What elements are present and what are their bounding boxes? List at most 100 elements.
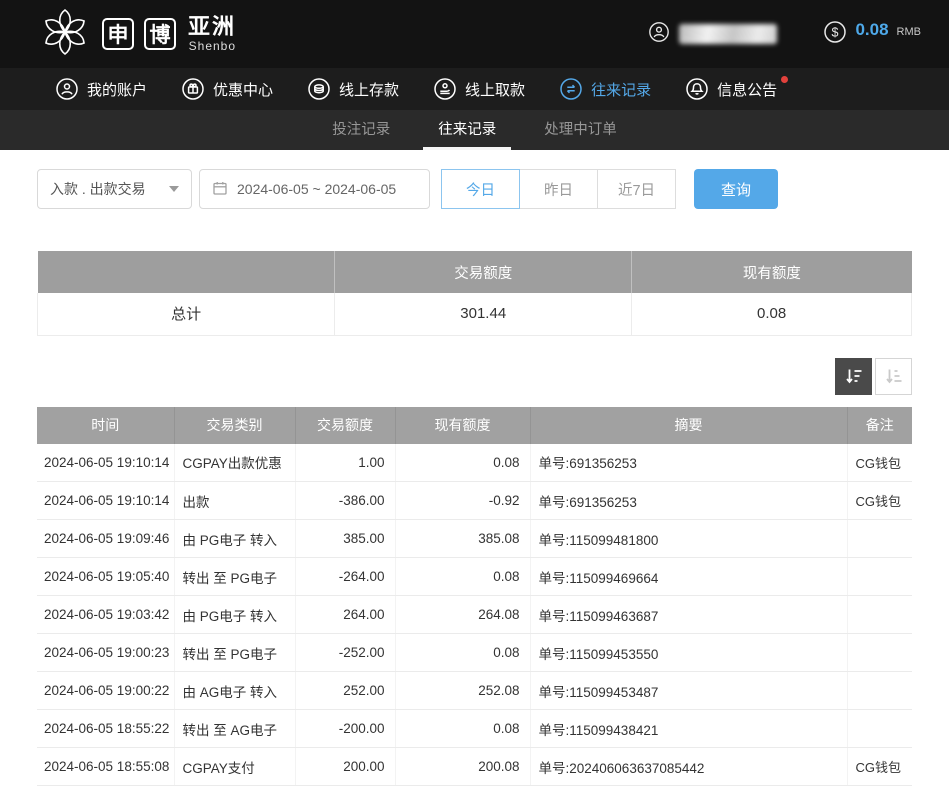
balance-cell: -0.92 bbox=[395, 482, 530, 520]
nav-item-online-withdrawal[interactable]: 线上取款 bbox=[416, 68, 542, 110]
balance-cell: 385.08 bbox=[395, 520, 530, 558]
table-row: 2024-06-05 19:00:23 转出 至 PG电子 -252.00 0.… bbox=[37, 634, 912, 672]
top-bar: 申 博 亚洲 Shenbo $ 0.08 bbox=[0, 0, 949, 68]
type-cell: 由 PG电子 转入 bbox=[174, 520, 295, 558]
logo-subtitle: Shenbo bbox=[189, 39, 236, 53]
balance-cell: 252.08 bbox=[395, 672, 530, 710]
quick-btn-last7days[interactable]: 近7日 bbox=[597, 169, 676, 209]
type-cell: 由 PG电子 转入 bbox=[174, 596, 295, 634]
nav-label: 我的账户 bbox=[87, 79, 147, 100]
logo-region-text: 亚洲 bbox=[188, 15, 236, 39]
col-header-remark: 备注 bbox=[847, 407, 912, 444]
summary-section: 交易额度 现有额度 总计 301.44 0.08 bbox=[37, 251, 912, 336]
nav-item-promo-center[interactable]: 优惠中心 bbox=[164, 68, 290, 110]
col-header-type: 交易类别 bbox=[174, 407, 295, 444]
balance-cell: 0.08 bbox=[395, 710, 530, 748]
summary-transaction-value: 301.44 bbox=[335, 293, 632, 335]
chevron-down-icon bbox=[169, 186, 179, 192]
summary-balance-value: 0.08 bbox=[632, 293, 912, 335]
nav-item-transaction-records[interactable]: 往来记录 bbox=[542, 68, 668, 110]
quick-btn-yesterday[interactable]: 昨日 bbox=[519, 169, 598, 209]
account-icon bbox=[55, 77, 79, 101]
summary-cell: 单号:202406063637085442 bbox=[530, 748, 847, 786]
sort-ascending-button[interactable] bbox=[875, 358, 912, 395]
time-cell: 2024-06-05 18:55:22 bbox=[37, 710, 174, 748]
remark-cell bbox=[847, 710, 912, 748]
bell-icon bbox=[685, 77, 709, 101]
nav-item-announcements[interactable]: 信息公告 bbox=[668, 68, 794, 110]
logo-char-box-2: 博 bbox=[144, 18, 176, 50]
amount-cell: 264.00 bbox=[295, 596, 395, 634]
quick-btn-today[interactable]: 今日 bbox=[441, 169, 520, 209]
nav-label: 优惠中心 bbox=[213, 79, 273, 100]
summary-total-label: 总计 bbox=[38, 293, 335, 335]
search-button[interactable]: 查询 bbox=[694, 169, 778, 209]
balance-cell: 0.08 bbox=[395, 558, 530, 596]
summary-cell: 单号:115099481800 bbox=[530, 520, 847, 558]
time-cell: 2024-06-05 19:00:23 bbox=[37, 634, 174, 672]
tab-bet-records[interactable]: 投注记录 bbox=[317, 110, 405, 150]
records-body: 2024-06-05 19:10:14 CGPAY出款优惠 1.00 0.08 … bbox=[37, 444, 912, 786]
type-cell: CGPAY支付 bbox=[174, 748, 295, 786]
table-row: 2024-06-05 19:09:46 由 PG电子 转入 385.00 385… bbox=[37, 520, 912, 558]
nav-item-my-account[interactable]: 我的账户 bbox=[38, 68, 164, 110]
hand-coin-icon bbox=[433, 77, 457, 101]
records-table: 时间 交易类别 交易额度 现有额度 摘要 备注 2024-06-05 19:10… bbox=[37, 407, 912, 786]
coins-icon bbox=[307, 77, 331, 101]
type-cell: 转出 至 PG电子 bbox=[174, 558, 295, 596]
remark-cell bbox=[847, 558, 912, 596]
filter-bar: 入款 . 出款交易 2024-06-05 ~ 2024-06-05 今日 昨日 … bbox=[0, 150, 949, 227]
remark-cell: CG钱包 bbox=[847, 482, 912, 520]
logo-char-box-1: 申 bbox=[102, 18, 134, 50]
balance-cell: 200.08 bbox=[395, 748, 530, 786]
svg-text:$: $ bbox=[832, 25, 839, 39]
sub-navigation: 投注记录 往来记录 处理中订单 bbox=[0, 110, 949, 150]
summary-cell: 单号:691356253 bbox=[530, 444, 847, 482]
time-cell: 2024-06-05 19:10:14 bbox=[37, 482, 174, 520]
gift-icon bbox=[181, 77, 205, 101]
type-cell: 转出 至 PG电子 bbox=[174, 634, 295, 672]
site-logo[interactable]: 申 博 亚洲 Shenbo bbox=[38, 5, 236, 64]
col-header-summary: 摘要 bbox=[530, 407, 847, 444]
col-header-time: 时间 bbox=[37, 407, 174, 444]
type-cell: CGPAY出款优惠 bbox=[174, 444, 295, 482]
user-account-chip[interactable] bbox=[648, 21, 777, 48]
amount-cell: -386.00 bbox=[295, 482, 395, 520]
main-navigation: 我的账户 优惠中心 线上存款 bbox=[0, 68, 949, 110]
nav-label: 信息公告 bbox=[717, 79, 777, 100]
dollar-icon: $ bbox=[823, 20, 847, 49]
nav-item-online-deposit[interactable]: 线上存款 bbox=[290, 68, 416, 110]
amount-cell: 385.00 bbox=[295, 520, 395, 558]
tab-processing-orders[interactable]: 处理中订单 bbox=[529, 110, 632, 150]
nav-label: 往来记录 bbox=[591, 79, 651, 100]
table-row: 2024-06-05 19:00:22 由 AG电子 转入 252.00 252… bbox=[37, 672, 912, 710]
balance-amount: 0.08 bbox=[855, 20, 888, 40]
table-row: 2024-06-05 19:10:14 出款 -386.00 -0.92 单号:… bbox=[37, 482, 912, 520]
summary-row: 总计 301.44 0.08 bbox=[38, 293, 912, 335]
time-cell: 2024-06-05 19:10:14 bbox=[37, 444, 174, 482]
transaction-type-select[interactable]: 入款 . 出款交易 bbox=[37, 169, 192, 209]
summary-cell: 单号:115099438421 bbox=[530, 710, 847, 748]
remark-cell bbox=[847, 520, 912, 558]
type-cell: 由 AG电子 转入 bbox=[174, 672, 295, 710]
quick-date-group: 今日 昨日 近7日 bbox=[441, 169, 676, 209]
amount-cell: -264.00 bbox=[295, 558, 395, 596]
balance-display: $ 0.08 RMB bbox=[823, 20, 921, 49]
tab-transaction-records[interactable]: 往来记录 bbox=[423, 110, 511, 150]
summary-cell: 单号:115099453487 bbox=[530, 672, 847, 710]
nav-label: 线上存款 bbox=[339, 79, 399, 100]
calendar-icon bbox=[212, 180, 228, 199]
summary-header-balance: 现有额度 bbox=[632, 251, 912, 293]
table-row: 2024-06-05 18:55:08 CGPAY支付 200.00 200.0… bbox=[37, 748, 912, 786]
date-range-input[interactable]: 2024-06-05 ~ 2024-06-05 bbox=[199, 169, 430, 209]
sort-descending-button[interactable] bbox=[835, 358, 872, 395]
table-row: 2024-06-05 19:03:42 由 PG电子 转入 264.00 264… bbox=[37, 596, 912, 634]
nav-label: 线上取款 bbox=[465, 79, 525, 100]
transaction-type-value: 入款 . 出款交易 bbox=[50, 179, 146, 199]
summary-cell: 单号:691356253 bbox=[530, 482, 847, 520]
blurred-username bbox=[679, 24, 777, 44]
col-header-balance: 现有额度 bbox=[395, 407, 530, 444]
summary-cell: 单号:115099463687 bbox=[530, 596, 847, 634]
balance-cell: 0.08 bbox=[395, 444, 530, 482]
balance-cell: 0.08 bbox=[395, 634, 530, 672]
